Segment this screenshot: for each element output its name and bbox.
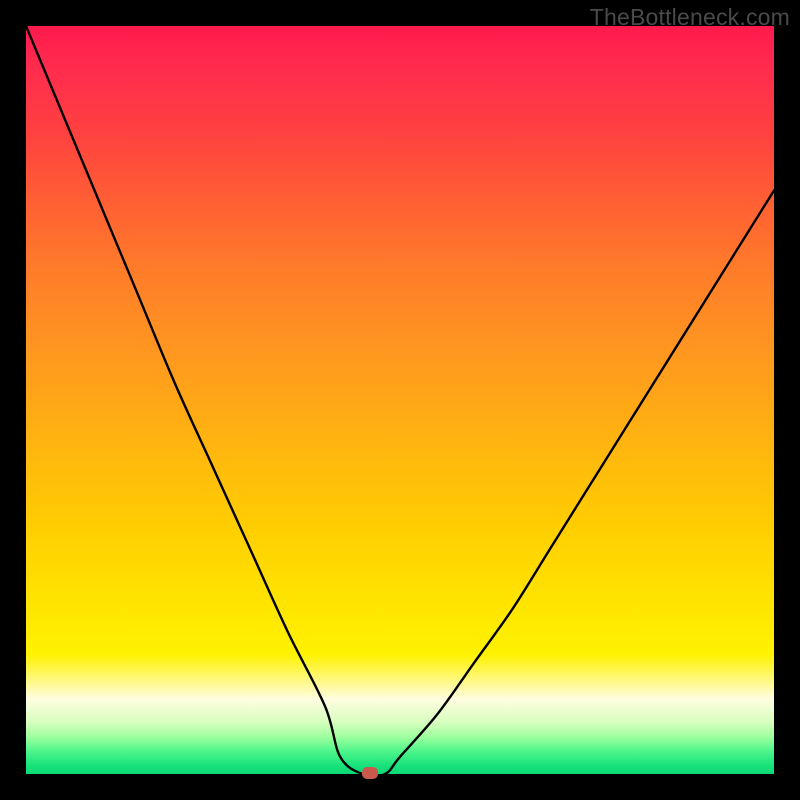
curve-svg [26,26,774,774]
plot-area [26,26,774,774]
chart-frame: TheBottleneck.com [0,0,800,800]
bottleneck-curve [26,26,774,774]
optimal-marker [362,767,378,779]
